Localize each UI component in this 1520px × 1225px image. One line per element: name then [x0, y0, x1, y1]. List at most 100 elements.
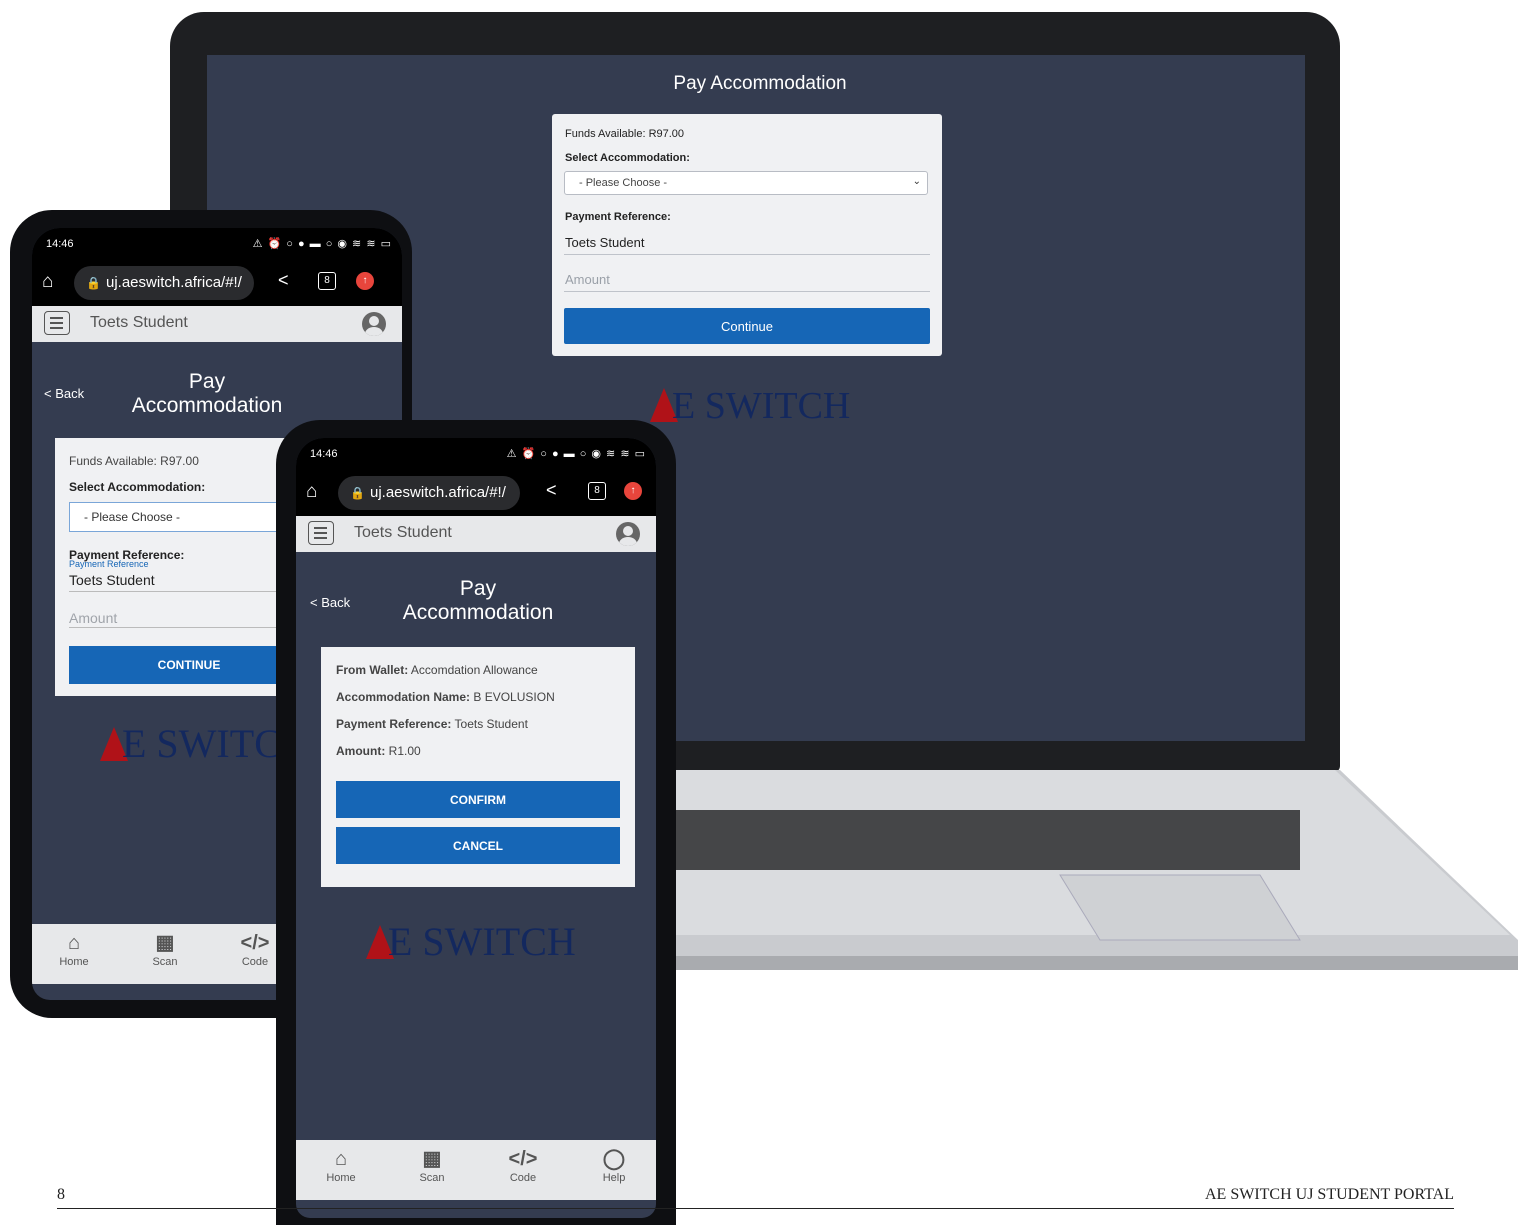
status-bar: 14:46 ⚠ ⏰ ○ ● ▬ ○ ◉ ≋ ≋ ▭	[296, 438, 656, 470]
url-field[interactable]: 🔒 uj.aeswitch.africa/#!/	[338, 476, 520, 510]
update-icon[interactable]: ↑	[356, 272, 374, 290]
tabs-count-icon[interactable]: 8	[318, 272, 336, 290]
ae-switch-logo: E SWITCH	[366, 918, 576, 965]
back-link[interactable]: < Back	[44, 386, 84, 401]
laptop-base	[560, 770, 1520, 975]
amount-input[interactable]: Amount	[69, 610, 117, 626]
amount-row: Amount: R1.00	[336, 744, 421, 758]
back-link[interactable]: < Back	[310, 595, 350, 610]
url-text: uj.aeswitch.africa/#!/	[106, 274, 242, 291]
footer-divider	[57, 1208, 1454, 1209]
bottom-nav: ⌂ Home ▦ Scan </> Code ◯ Help	[296, 1140, 656, 1200]
continue-button[interactable]: CONTINUE	[69, 646, 309, 684]
continue-button[interactable]: Continue	[564, 308, 930, 344]
nav-help-label: Help	[602, 1172, 626, 1184]
status-icons: ⚠ ⏰ ○ ● ▬ ○ ◉ ≋ ≋ ▭	[252, 238, 392, 250]
payment-reference-row: Payment Reference: Toets Student	[336, 717, 528, 731]
menu-icon[interactable]	[44, 311, 70, 335]
app-header: Toets Student	[32, 306, 402, 342]
logo-text: E SWITCH	[388, 919, 576, 964]
lock-icon: 🔒	[350, 486, 365, 500]
status-time: 14:46	[310, 448, 338, 460]
nav-home-label: Home	[326, 1172, 356, 1184]
url-field[interactable]: 🔒 uj.aeswitch.africa/#!/	[74, 266, 254, 300]
share-icon[interactable]: <	[278, 270, 289, 291]
browser-bar: ⌂ 🔒 uj.aeswitch.africa/#!/ < 8 ↑	[32, 260, 402, 306]
confirm-button[interactable]: CONFIRM	[336, 781, 620, 818]
payment-reference-label: Payment Reference:	[565, 211, 671, 223]
amount-label: Amount:	[336, 744, 386, 758]
accommodation-name-value: B EVOLUSION	[473, 690, 555, 704]
home-icon: ⌂	[334, 1148, 348, 1170]
menu-icon[interactable]	[308, 521, 334, 545]
nav-home[interactable]: ⌂ Home	[311, 1146, 371, 1184]
field-underline	[564, 254, 930, 255]
update-icon[interactable]: ↑	[624, 482, 642, 500]
chevron-down-icon: ⌄	[912, 176, 921, 187]
url-text: uj.aeswitch.africa/#!/	[370, 484, 506, 501]
nav-home-label: Home	[59, 956, 89, 968]
cancel-button[interactable]: CANCEL	[336, 827, 620, 864]
logo-text: E SWITC	[122, 721, 281, 766]
avatar-icon[interactable]	[616, 522, 640, 546]
confirmation-card: From Wallet: Accomdation Allowance Accom…	[321, 647, 635, 887]
amount-input[interactable]: Amount	[565, 272, 610, 287]
browser-home-icon[interactable]: ⌂	[42, 271, 53, 293]
page-number: 8	[57, 1186, 65, 1203]
field-underline	[564, 291, 930, 292]
nav-home[interactable]: ⌂ Home	[44, 930, 104, 968]
page-title: Pay Accommodation	[402, 577, 554, 624]
status-icons: ⚠ ⏰ ○ ● ▬ ○ ◉ ≋ ≋ ▭	[506, 448, 646, 460]
home-icon: ⌂	[67, 932, 81, 954]
from-wallet-row: From Wallet: Accomdation Allowance	[336, 663, 538, 677]
payment-reference-hint: Payment Reference	[69, 559, 149, 569]
select-value: - Please Choose -	[579, 177, 668, 189]
nav-help[interactable]: ◯ Help	[584, 1146, 644, 1184]
nav-code-label: Code	[509, 1172, 537, 1184]
payment-reference-input[interactable]: Toets Student	[565, 235, 645, 250]
field-underline	[69, 591, 309, 592]
nav-scan-label: Scan	[419, 1172, 445, 1184]
browser-home-icon[interactable]: ⌂	[306, 481, 317, 503]
app-header: Toets Student	[296, 516, 656, 552]
page-title: Pay Accommodation	[131, 370, 283, 417]
field-underline	[69, 627, 309, 628]
ae-switch-logo: E SWITC	[100, 720, 281, 767]
laptop-page-title: Pay Accommodation	[673, 73, 847, 94]
accommodation-name-row: Accommodation Name: B EVOLUSION	[336, 690, 555, 704]
nav-scan-label: Scan	[152, 956, 178, 968]
user-name: Toets Student	[354, 524, 452, 541]
qr-icon: ▦	[155, 932, 175, 954]
laptop-payment-card: Funds Available: R97.00 Select Accommoda…	[552, 114, 942, 356]
select-accommodation-label: Select Accommodation:	[69, 480, 206, 494]
payment-reference-input[interactable]: Toets Student	[69, 572, 155, 588]
nav-scan[interactable]: ▦ Scan	[135, 930, 195, 968]
status-bar: 14:46 ⚠ ⏰ ○ ● ▬ ○ ◉ ≋ ≋ ▭	[32, 228, 402, 260]
lock-icon: 🔒	[86, 276, 101, 290]
nav-code[interactable]: </> Code	[493, 1146, 553, 1184]
whatsapp-icon: ◯	[602, 1148, 626, 1170]
nav-scan[interactable]: ▦ Scan	[402, 1146, 462, 1184]
payment-reference-value: Toets Student	[454, 717, 528, 731]
funds-available: Funds Available: R97.00	[565, 128, 685, 140]
from-wallet-label: From Wallet:	[336, 663, 409, 677]
accommodation-name-label: Accommodation Name:	[336, 690, 471, 704]
qr-icon: ▦	[422, 1148, 442, 1170]
logo-text: E SWITCH	[672, 385, 851, 427]
from-wallet-value: Accomdation Allowance	[410, 663, 538, 677]
accommodation-select[interactable]: - Please Choose - ⌄	[564, 171, 928, 195]
avatar-icon[interactable]	[362, 312, 386, 336]
accommodation-select[interactable]: - Please Choose -	[69, 502, 309, 532]
select-accommodation-label: Select Accommodation:	[565, 152, 690, 164]
ae-switch-logo: E SWITCH	[650, 384, 850, 428]
status-time: 14:46	[46, 238, 74, 250]
phone-front: 14:46 ⚠ ⏰ ○ ● ▬ ○ ◉ ≋ ≋ ▭ ⌂ 🔒 uj.aeswitc…	[276, 420, 676, 1225]
document-title: AE SWITCH UJ STUDENT PORTAL	[1204, 1186, 1454, 1203]
amount-value: R1.00	[388, 744, 421, 758]
browser-bar: ⌂ 🔒 uj.aeswitch.africa/#!/ < 8 ↑	[296, 470, 656, 516]
payment-card: Funds Available: R97.00 Select Accommoda…	[55, 438, 309, 696]
tabs-count-icon[interactable]: 8	[588, 482, 606, 500]
share-icon[interactable]: <	[546, 480, 557, 501]
payment-reference-label: Payment Reference:	[336, 717, 452, 731]
phone-front-screen: 14:46 ⚠ ⏰ ○ ● ▬ ○ ◉ ≋ ≋ ▭ ⌂ 🔒 uj.aeswitc…	[296, 438, 656, 1218]
